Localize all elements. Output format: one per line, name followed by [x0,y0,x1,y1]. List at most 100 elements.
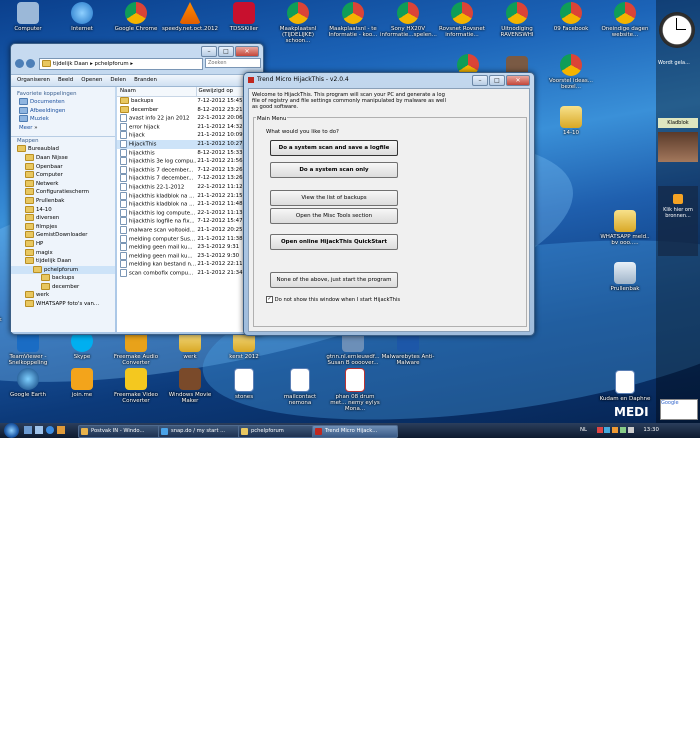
dont-show-option[interactable]: ✓ Do not show this window when I start H… [266,296,400,303]
file-row[interactable]: hijackthis 22-1-2012 22-1-2012 11:12 [117,182,245,192]
desktop-icon-chrome-shortcut[interactable]: Sony HX20V informatie...spelen... [380,2,437,38]
folder-tree-item[interactable]: Bureaublad [11,145,115,154]
file-row[interactable]: avast info 22 jan 2012 22-1-2012 20:06 [117,114,245,123]
file-row[interactable]: melding geen mail ku... 23-1-2012 9:31 [117,243,245,252]
file-row[interactable]: hijackthis kladblok na ... 21-1-2012 11:4… [117,200,245,209]
desktop-icon-google-earth[interactable]: Google Earth [0,368,56,398]
folder-tree-item[interactable]: pchelpforum [11,265,115,275]
desktop-icon-tdsskiller[interactable]: TDSSKiller [216,2,272,32]
notes-gadget[interactable]: Kladblok [658,118,698,128]
minimize-button[interactable]: – [472,75,488,86]
tray-icon[interactable] [604,426,611,433]
desktop-icon-internet[interactable]: Internet [54,2,110,32]
desktop-icon-chrome-shortcut[interactable]: Maakplaatsnl - te Informatie - koo... [325,2,381,38]
folder-tree-item[interactable]: Computer [11,171,115,180]
file-row[interactable]: melding geen mail ku... 23-1-2012 9:30 [117,251,245,261]
file-row[interactable]: HijackThis 21-1-2012 10:27 [117,139,245,149]
more-link[interactable]: Meer » [19,124,115,133]
task-hijackthis[interactable]: Trend Micro Hijack... [312,425,398,438]
favorite-item[interactable]: Afbeeldingen [19,106,115,116]
folder-tree-item[interactable]: Netwerk [11,179,115,189]
desktop-icon-chrome-shortcut[interactable]: Maakplaatsnl (TIJDELIJKE) schoon... [270,2,326,44]
folder-tree-item[interactable]: filmpjes [11,222,115,232]
folder-tree-item[interactable]: backups [11,274,115,283]
desktop-icon-computer[interactable]: Computer [0,2,56,32]
file-row[interactable]: hijackthis 7 december... 7-12-2012 13:26 [117,165,245,175]
file-row[interactable]: hijackthis 7 december... 7-12-2012 13:26 [117,174,245,183]
desktop-icon-joinme[interactable]: join.me [54,368,110,398]
show-desktop-icon[interactable] [24,426,32,434]
desktop-icon-mailcontact[interactable]: mailcontact nemona [272,368,328,406]
file-row[interactable]: hijackthis kladblok na ... 21-1-2012 21:1… [117,191,245,201]
column-name[interactable]: Naam [117,87,196,96]
explorer-search-input[interactable] [205,58,261,68]
language-indicator[interactable]: NL [580,427,587,433]
minimize-button[interactable]: – [201,46,217,57]
folder-tree-item[interactable]: 14-10 [11,205,115,215]
file-row[interactable]: melding computer Sus... 21-1-2012 11:38 [117,234,245,244]
desktop-icon-pdf[interactable]: phan 08 drum met... nemy eylys Mona... [327,368,383,412]
switch-windows-icon[interactable] [35,426,43,434]
desktop-icon-freemake-video[interactable]: Freemake Video Converter [108,368,164,404]
volume-icon[interactable] [627,426,634,433]
desktop-icon-whatsapp-folder[interactable]: WHATSAPP meld.. bv ooo..... [597,210,653,246]
forward-icon[interactable] [26,59,35,68]
internet-explorer-icon[interactable] [46,426,54,434]
tray-icon[interactable] [619,426,626,433]
file-row[interactable]: december 8-12-2012 23:21 [117,105,245,115]
desktop-icon-stones[interactable]: stones [216,368,272,400]
desktop-icon-partial[interactable]: Wi [0,74,10,80]
google-search-gadget[interactable]: Google [660,399,698,420]
desktop-icon-recycle-bin[interactable]: Prullenbak [597,262,653,292]
desktop-icon-vlc[interactable]: speedy.net.oct.2012 [162,2,218,32]
file-row[interactable]: hijackthis 3e log compu... 21-1-2012 21:5… [117,157,245,166]
file-row[interactable]: malware scan voltooid... 21-1-2012 20:25 [117,225,245,235]
folder-tree-item[interactable]: tijdelijk Daan [11,257,115,266]
maximize-button[interactable]: □ [218,46,234,57]
file-row[interactable]: hijack 21-1-2012 10:09 [117,131,245,140]
folder-tree-item[interactable]: diversen [11,214,115,223]
folder-tree-item[interactable]: Configuratiescherm [11,188,115,197]
close-button[interactable]: ✕ [235,46,259,57]
favorite-item[interactable]: Documenten [19,98,115,107]
back-icon[interactable] [15,59,24,68]
organize-button[interactable]: Organiseren [17,75,50,86]
file-row[interactable]: hijackthis 8-12-2012 15:33 [117,148,245,158]
desktop-icon-chrome-shortcut[interactable]: Voorstel ideas... bezel... [543,54,599,90]
dont-show-checkbox[interactable]: ✓ [266,296,273,303]
tray-icon[interactable] [596,426,603,433]
explorer-breadcrumb[interactable]: tijdelijk Daan ▸ pchelpforum ▸ [39,58,203,70]
clock-gadget[interactable] [659,12,695,48]
view-button[interactable]: Beeld [58,75,73,86]
task-outlook[interactable]: Postvak IN - Windo... [78,425,168,438]
burn-button[interactable]: Branden [134,75,157,86]
column-modified[interactable]: Gewijzigd op [195,87,245,96]
file-row[interactable]: melding kan bestand n... 21-1-2012 22:11 [117,260,245,269]
view-backups-button[interactable]: View the list of backups [270,190,398,206]
close-button[interactable]: ✕ [506,75,530,86]
folder-tree-item[interactable]: magix [11,248,115,258]
file-row[interactable]: scan combofix compu... 21-1-2012 21:34 [117,268,245,278]
start-program-button[interactable]: None of the above, just start the progra… [270,272,398,288]
scan-only-button[interactable]: Do a system scan only [270,162,398,178]
folder-tree-item[interactable]: HP [11,239,115,249]
start-button[interactable] [4,423,19,438]
tray-icon[interactable] [612,426,619,433]
desktop-icon-chrome-shortcut[interactable]: Rovsnet Rovsnet informatie... [434,2,490,38]
folder-tree-item[interactable]: Daan Nijsse [11,153,115,163]
scan-and-save-button[interactable]: Do a system scan and save a logfile [270,140,398,156]
file-row[interactable]: hijackthis log compute... 22-1-2012 11:13 [117,208,245,218]
desktop-icon-partial[interactable]: werk [0,317,10,323]
desktop-icon-teamviewer[interactable]: TeamViewer - Snelkoppeling [0,330,56,366]
folder-tree-item[interactable]: WHATSAPP foto's van... [11,300,115,309]
clock-time[interactable]: 13:30 [643,427,659,433]
slideshow-gadget[interactable] [658,132,698,162]
desktop-icon-document[interactable]: Kudam en Daphne [597,370,653,402]
maximize-button[interactable]: □ [489,75,505,86]
folder-tree-item[interactable]: december [11,282,115,292]
share-button[interactable]: Delen [110,75,126,86]
media-icon[interactable] [57,426,65,434]
desktop-icon-chrome-shortcut[interactable]: 09 Facebook [543,2,599,32]
file-row[interactable]: error hijack 21-1-2012 14:32 [117,122,245,132]
quickstart-button[interactable]: Open online HijackThis QuickStart [270,234,398,250]
